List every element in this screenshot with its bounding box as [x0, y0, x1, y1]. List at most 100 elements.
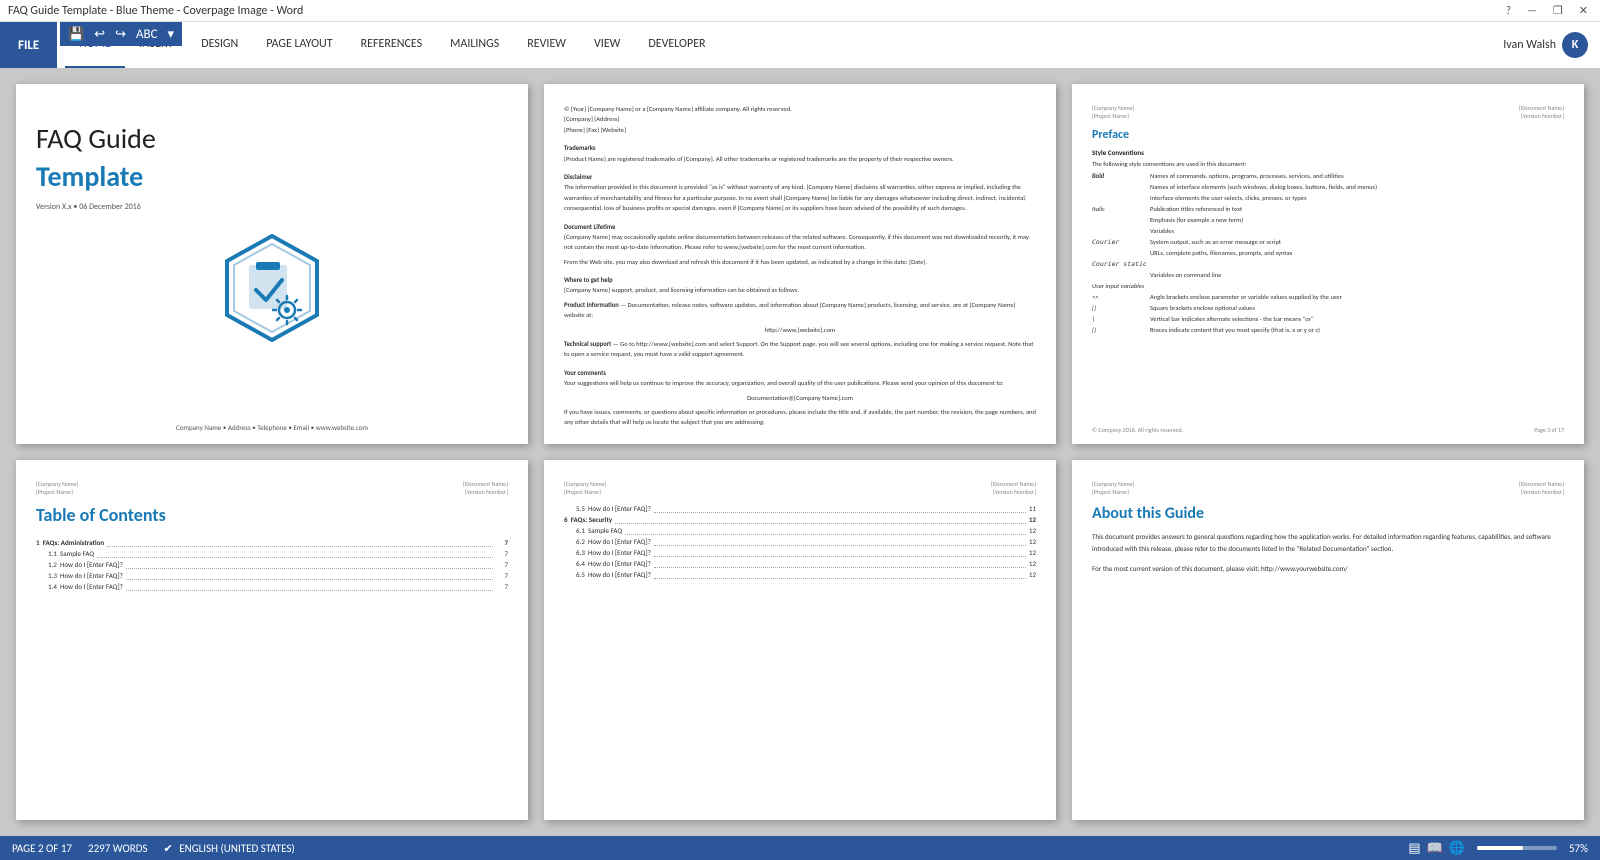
window-controls[interactable]: ? — ❐ ✕ — [1502, 4, 1592, 17]
toc-title: Table of Contents — [36, 504, 508, 526]
document-area: FAQ Guide Template Version X.x • 06 Dece… — [0, 68, 1600, 836]
undo-qat-button[interactable]: ↩ — [92, 27, 107, 42]
trademarks-heading: Trademarks — [564, 143, 1036, 153]
tab-mailings[interactable]: MAILINGS — [436, 22, 513, 68]
preface-title: Preface — [1092, 128, 1564, 142]
zoom-fill — [1477, 846, 1523, 850]
minimize-button[interactable]: — — [1523, 4, 1541, 17]
toc-header-left: [Company Name] [Project Name] — [36, 480, 79, 496]
language-indicator: ✔ ENGLISH (UNITED STATES) — [164, 842, 295, 855]
faq-security-page: [Company Name] [Project Name] [Document … — [544, 460, 1056, 820]
conv-square: [] Square brackets enclose optional valu… — [1092, 304, 1564, 312]
spell-check-icon: ✔ — [164, 842, 173, 855]
conv-italic3: Variables — [1092, 227, 1564, 235]
toc-entry-1-3: 1.3 How do I [Enter FAQ]? 7 — [36, 571, 508, 580]
faq-entry-6-2: 6.2 How do I [Enter FAQ]? 12 — [564, 537, 1036, 546]
preface-page-header: [Company Name] [Project Name] [Document … — [1092, 104, 1564, 120]
where-help-heading: Where to get help — [564, 275, 1036, 285]
tab-developer[interactable]: DEVELOPER — [634, 22, 719, 68]
user-name: Ivan Walsh — [1503, 38, 1556, 52]
conv-bold3: Interface elements the user selects, cli… — [1092, 194, 1564, 202]
toc-page-header: [Company Name] [Project Name] [Document … — [36, 480, 508, 496]
conv-italic2: Emphasis (for example a new term) — [1092, 216, 1564, 224]
help-button[interactable]: ? — [1502, 4, 1515, 17]
web-view-icon[interactable]: 🌐 — [1449, 841, 1465, 856]
trademarks-text: [Product Name] are registered trademarks… — [564, 154, 1036, 164]
about-header-left: [Company Name] [Project Name] — [1092, 480, 1135, 496]
read-view-icon[interactable]: 📖 — [1427, 841, 1443, 856]
faq-entry-5-5: 5.5 How do I [Enter FAQ]? 11 — [564, 504, 1036, 513]
faq-entry-6-1: 6.1 Sample FAQ 12 — [564, 526, 1036, 535]
tab-references[interactable]: REFERENCES — [347, 22, 437, 68]
style-conventions-title: Style Conventions — [1092, 148, 1564, 157]
toc-header-right: [Document Name] [Version Number] — [463, 480, 508, 496]
toc-entry-1-2: 1.2 How do I [Enter FAQ]? 7 — [36, 560, 508, 569]
website-url: http://www.[website].com — [564, 325, 1036, 335]
about-title: About this Guide — [1092, 504, 1564, 523]
about-text2: For the most current version of this doc… — [1092, 563, 1564, 575]
faq-entry-6-5: 6.5 How do I [Enter FAQ]? 12 — [564, 570, 1036, 579]
save-qat-button[interactable]: 💾 — [66, 27, 86, 42]
user-avatar: K — [1562, 32, 1588, 58]
faq-entry-6-4: 6.4 How do I [Enter FAQ]? 12 — [564, 559, 1036, 568]
redo-qat-button[interactable]: ↪ — [113, 27, 128, 42]
app-title: FAQ Guide Template - Blue Theme - Coverp… — [8, 4, 303, 18]
toc-entry-1-4: 1.4 How do I [Enter FAQ]? 7 — [36, 582, 508, 591]
disclaimer-heading: Disclaimer — [564, 172, 1036, 182]
tab-view[interactable]: VIEW — [580, 22, 634, 68]
about-text1: This document provides answers to genera… — [1092, 531, 1564, 555]
preface-page: [Company Name] [Project Name] [Document … — [1072, 84, 1584, 444]
zoom-bar[interactable] — [1477, 846, 1557, 850]
title-bar: FAQ Guide Template - Blue Theme - Coverp… — [0, 0, 1600, 22]
copyright-page: © [Year] [Company Name] or a [Company Na… — [544, 84, 1056, 444]
tab-page-layout[interactable]: PAGE LAYOUT — [252, 22, 346, 68]
status-bar: PAGE 2 OF 17 2297 WORDS ✔ ENGLISH (UNITE… — [0, 836, 1600, 860]
spelling-qat-button[interactable]: ABC — [134, 27, 160, 42]
conv-var-cmdline: Variables on command line — [1092, 271, 1564, 279]
about-page: [Company Name] [Project Name] [Document … — [1072, 460, 1584, 820]
copyright-line3: [Phone] [Fax] [Website] — [564, 125, 1036, 135]
print-view-icon[interactable]: ▤ — [1408, 841, 1420, 856]
style-conventions-intro: The following style conventions are used… — [1092, 160, 1564, 168]
preface-header-right: [Document Name] [Version Number] — [1519, 104, 1564, 120]
faq-header-left: [Company Name] [Project Name] — [564, 480, 607, 496]
cover-title-main: FAQ Guide — [36, 124, 508, 155]
cover-page: FAQ Guide Template Version X.x • 06 Dece… — [16, 84, 528, 444]
tab-design[interactable]: DESIGN — [187, 22, 252, 68]
faq-entry-6-3: 6.3 How do I [Enter FAQ]? 12 — [564, 548, 1036, 557]
cover-title-sub: Template — [36, 159, 508, 194]
toc-entry-1-1: 1.1 Sample FAQ 7 — [36, 549, 508, 558]
conv-braces: {} Braces indicate content that you must… — [1092, 326, 1564, 334]
your-comments-text2: If you have issues, comments, or questio… — [564, 407, 1036, 428]
faq-entry-6: 6 FAQs: Security 12 — [564, 515, 1036, 524]
about-header-right: [Document Name] [Version Number] — [1519, 480, 1564, 496]
word-count: 2297 WORDS — [88, 842, 148, 855]
faq-page-header: [Company Name] [Project Name] [Document … — [564, 480, 1036, 496]
product-info-text: Product Information — Documentation, rel… — [564, 300, 1036, 321]
conv-bold: Bold Names of commands, options, program… — [1092, 172, 1564, 180]
conv-bold2: Names of interface elements (such window… — [1092, 183, 1564, 191]
conv-user-input: User input variables — [1092, 282, 1564, 290]
disclaimer-text: The information provided in this documen… — [564, 182, 1036, 213]
maximize-button[interactable]: ❐ — [1549, 4, 1567, 17]
conv-angle: <> Angle brackets enclose parameter or v… — [1092, 293, 1564, 301]
view-icons: ▤ 📖 🌐 — [1408, 841, 1465, 856]
more-qat-button[interactable]: ▾ — [166, 27, 177, 42]
preface-footer: © Company 2016. All rights reserved. Pag… — [1092, 426, 1564, 434]
copyright-line2: [Company] [Address] — [564, 114, 1036, 124]
doc-lifetime-heading: Document Lifetime — [564, 222, 1036, 232]
close-button[interactable]: ✕ — [1575, 4, 1592, 17]
doc-email: Documentation@[Company Name].com — [564, 393, 1036, 403]
page-indicator: PAGE 2 OF 17 — [12, 842, 72, 855]
ribbon-tabs: HOME INSERT DESIGN PAGE LAYOUT REFERENCE… — [57, 22, 1491, 68]
conv-pipe: | Vertical bar indicates alternate selec… — [1092, 315, 1564, 323]
tech-support-text: Technical support — Go to http://www.[we… — [564, 339, 1036, 360]
zoom-level: 57% — [1569, 842, 1588, 855]
user-area[interactable]: Ivan Walsh K — [1491, 22, 1600, 68]
toc-entry-1: 1 FAQs: Administration 7 — [36, 538, 508, 547]
doc-lifetime-text2: From the Web site, you may also download… — [564, 257, 1036, 267]
cover-hex-icon — [212, 228, 332, 348]
file-tab[interactable]: FILE — [0, 22, 57, 68]
ribbon: FILE HOME INSERT DESIGN PAGE LAYOUT REFE… — [0, 22, 1600, 68]
tab-review[interactable]: REVIEW — [513, 22, 580, 68]
